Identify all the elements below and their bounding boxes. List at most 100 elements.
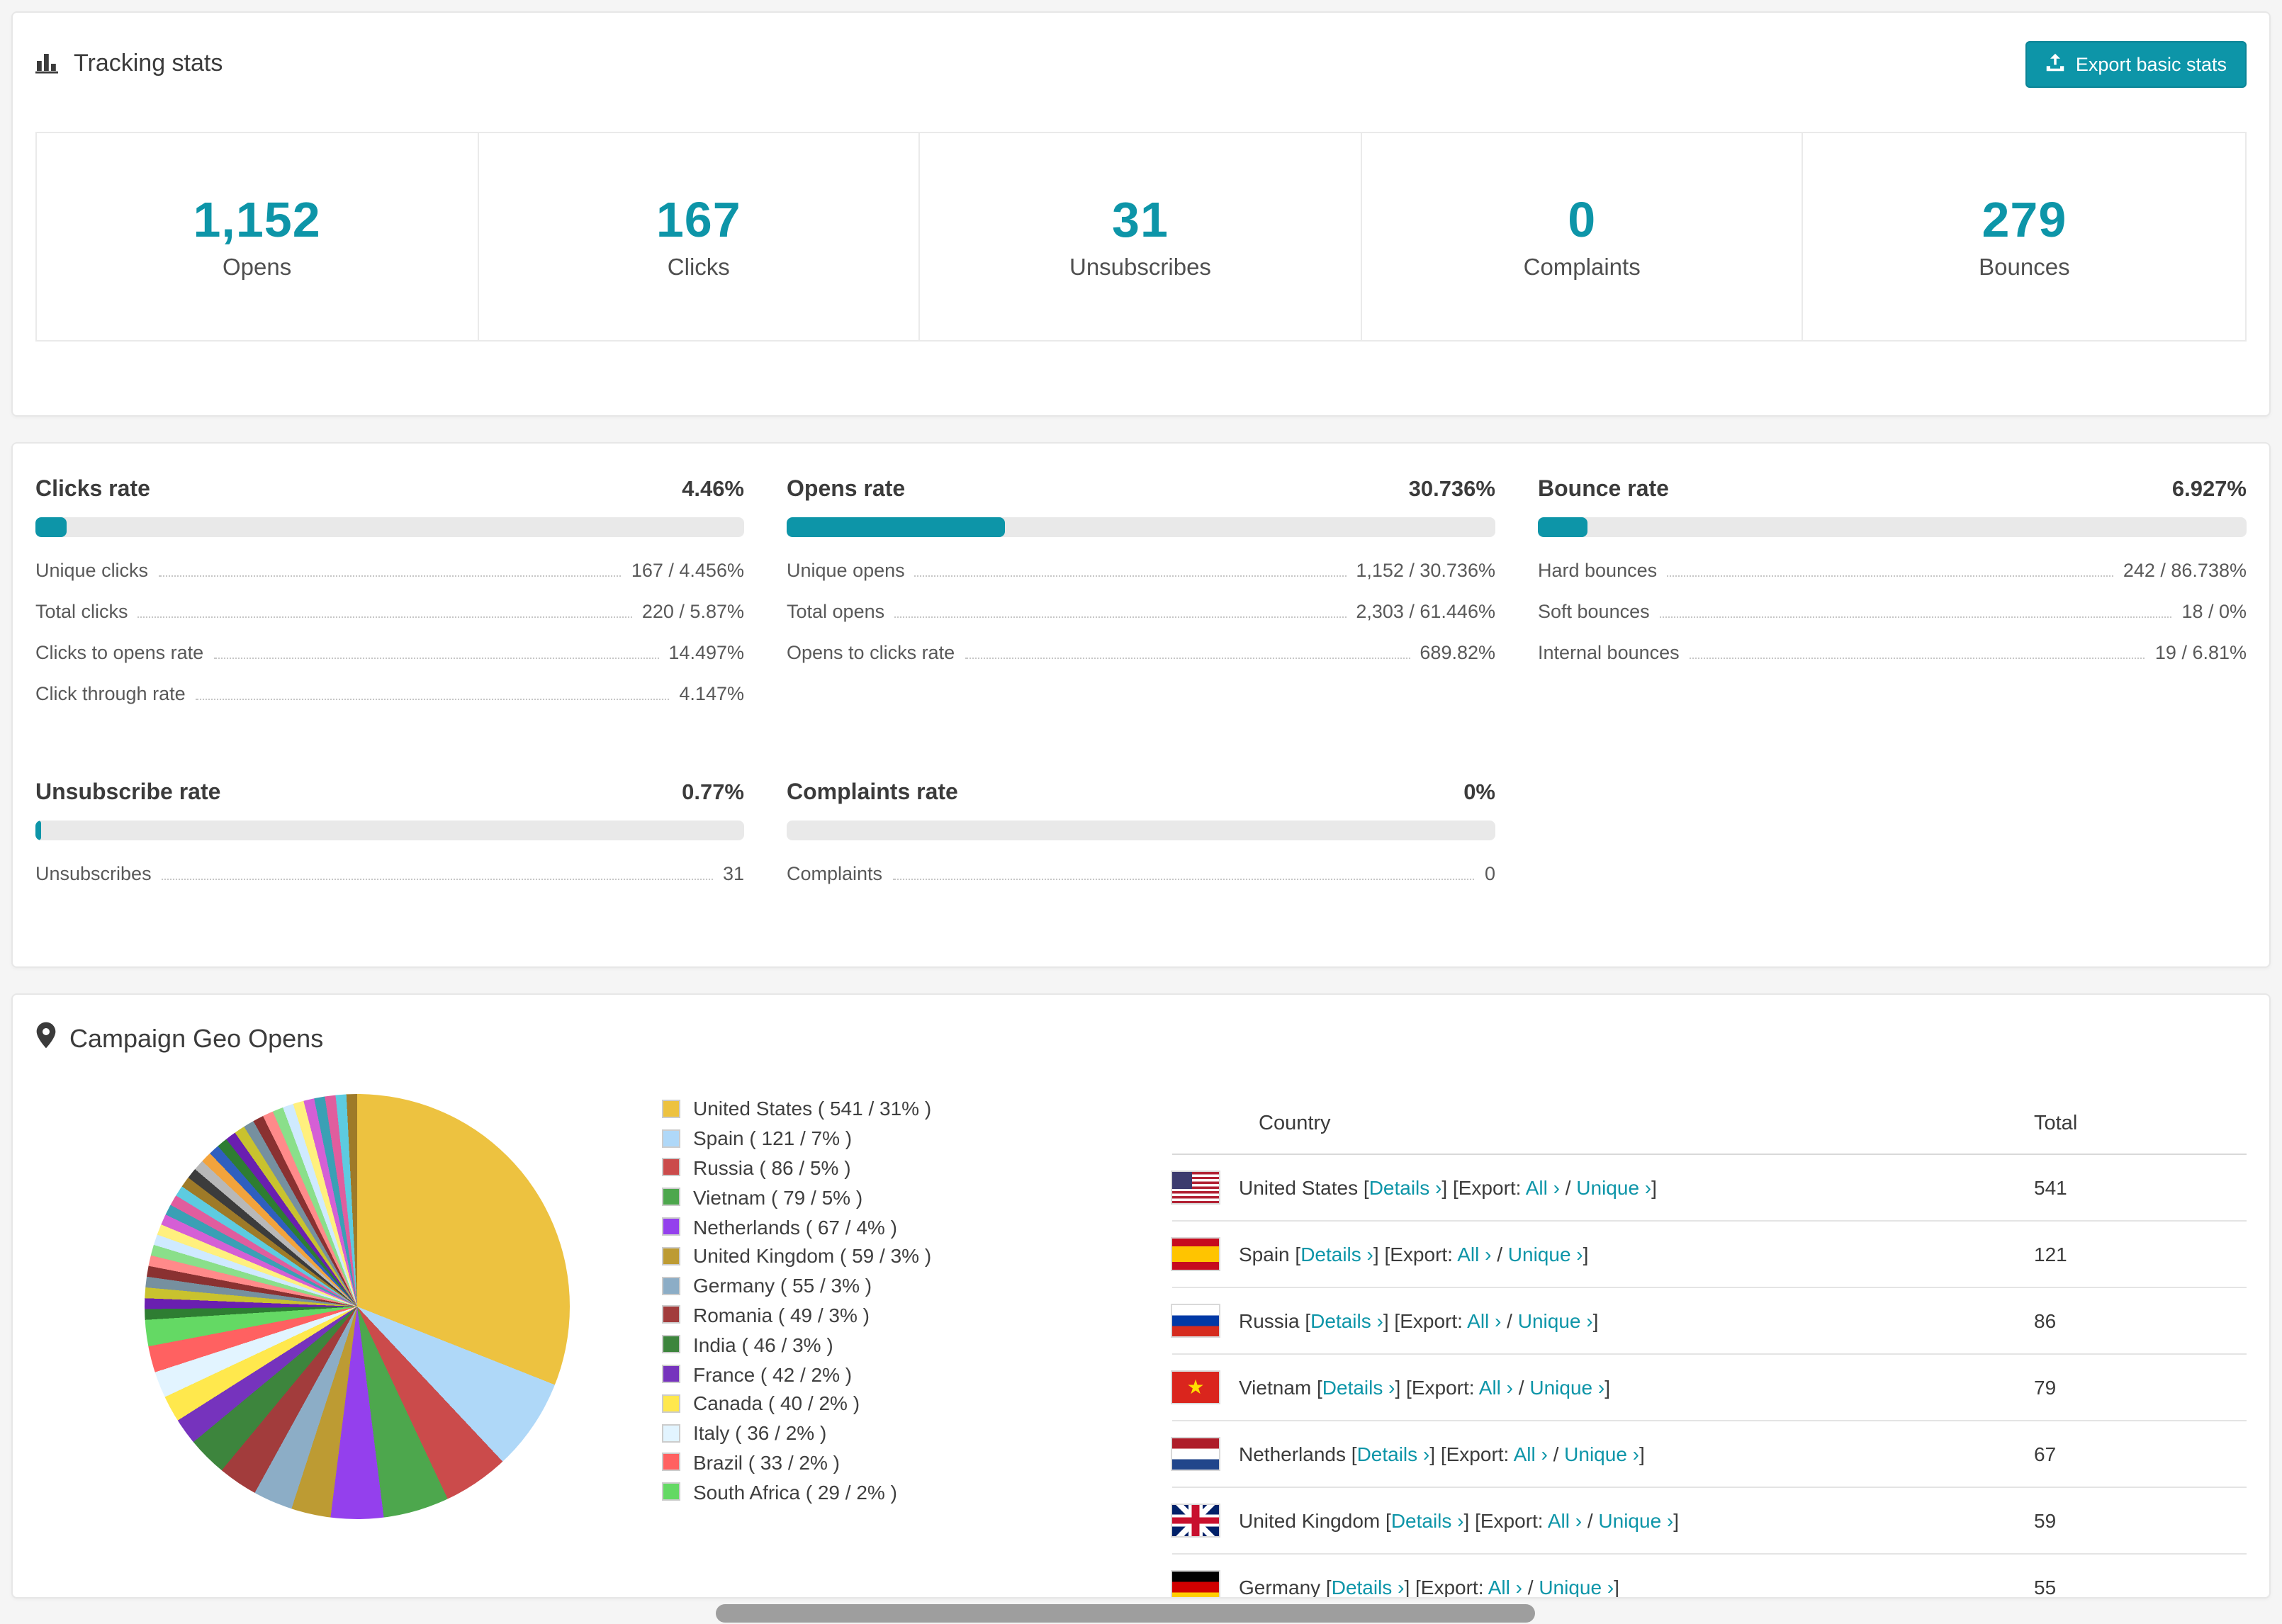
complaints-rate-progress-bar xyxy=(787,821,1495,840)
export-unique-link[interactable]: Unique › xyxy=(1529,1376,1604,1399)
country-name: Russia xyxy=(1239,1309,1300,1332)
rate-row: Total opens 2,303 / 61.446% xyxy=(787,601,1495,642)
stat-box-complaints: 0 Complaints xyxy=(1362,133,1804,340)
country-links: [Details ›] [Export: All › / Unique ›] xyxy=(1320,1576,1619,1598)
details-link[interactable]: Details › xyxy=(1357,1443,1430,1465)
export-unique-link[interactable]: Unique › xyxy=(1539,1576,1614,1597)
legend-label: Netherlands ( 67 / 4% ) xyxy=(693,1215,897,1239)
export-unique-link[interactable]: Unique › xyxy=(1518,1309,1593,1332)
geo-table: Country Total United States [Details ›] … xyxy=(1172,1094,2247,1598)
legend-label: India ( 46 / 3% ) xyxy=(693,1333,833,1356)
dotted-leader xyxy=(914,575,1347,577)
horizontal-scrollbar-thumb[interactable] xyxy=(716,1604,1535,1623)
rate-row-value: 18 / 0% xyxy=(2181,601,2247,622)
export-all-link[interactable]: All › xyxy=(1467,1309,1501,1332)
export-unique-link[interactable]: Unique › xyxy=(1576,1176,1651,1199)
export-unique-link[interactable]: Unique › xyxy=(1564,1443,1639,1465)
rate-row-value: 14.497% xyxy=(668,642,744,663)
export-basic-stats-button[interactable]: Export basic stats xyxy=(2025,40,2247,87)
legend-item: Netherlands ( 67 / 4% ) xyxy=(662,1212,1032,1241)
flag-gb-icon xyxy=(1172,1505,1219,1536)
legend-label: South Africa ( 29 / 2% ) xyxy=(693,1480,897,1504)
complaints-rate-title: Complaints rate xyxy=(787,781,958,805)
export-all-link[interactable]: All › xyxy=(1479,1376,1513,1399)
rate-row-label: Click through rate xyxy=(35,683,186,704)
country-links: [Details ›] [Export: All › / Unique ›] xyxy=(1289,1243,1589,1265)
complaints-label: Complaints xyxy=(1523,254,1641,280)
dotted-leader xyxy=(137,616,632,618)
rate-row-value: 4.147% xyxy=(679,683,744,704)
legend-swatch xyxy=(662,1129,680,1148)
export-all-link[interactable]: All › xyxy=(1548,1509,1582,1532)
legend-label: Romania ( 49 / 3% ) xyxy=(693,1303,870,1326)
rate-row-value: 220 / 5.87% xyxy=(641,601,744,622)
legend-label: Russia ( 86 / 5% ) xyxy=(693,1156,851,1179)
stats-strip: 1,152 Opens 167 Clicks 31 Unsubscribes 0… xyxy=(35,132,2247,342)
rate-row-value: 242 / 86.738% xyxy=(2123,560,2247,581)
clicks-rate-value: 4.46% xyxy=(682,478,744,502)
stat-box-clicks: 167 Clicks xyxy=(478,133,921,340)
dotted-leader xyxy=(158,575,622,577)
country-name: Germany xyxy=(1239,1576,1321,1598)
rate-row: Unsubscribes 31 xyxy=(35,863,744,904)
country-links: [Details ›] [Export: All › / Unique ›] xyxy=(1346,1443,1645,1465)
rates-card: Clicks rate 4.46% Unique clicks 167 / 4.45… xyxy=(11,442,2271,968)
country-total: 541 xyxy=(2034,1154,2247,1222)
legend-item: India ( 46 / 3% ) xyxy=(662,1330,1032,1360)
legend-item: United States ( 541 / 31% ) xyxy=(662,1094,1032,1124)
details-link[interactable]: Details › xyxy=(1322,1376,1395,1399)
details-link[interactable]: Details › xyxy=(1369,1176,1442,1199)
export-all-link[interactable]: All › xyxy=(1457,1243,1491,1265)
flag-es-icon xyxy=(1172,1239,1219,1270)
flag-ru-icon xyxy=(1172,1305,1219,1336)
geo-pie-chart xyxy=(145,1094,570,1519)
export-all-link[interactable]: All › xyxy=(1526,1176,1560,1199)
bounces-label: Bounces xyxy=(1979,254,2070,280)
geo-body: United States ( 541 / 31% ) Spain ( 121 /… xyxy=(35,1094,2247,1598)
details-link[interactable]: Details › xyxy=(1391,1509,1464,1532)
geo-table-wrap: Country Total United States [Details ›] … xyxy=(1172,1094,2247,1598)
dotted-leader xyxy=(161,879,713,880)
geo-table-header-row: Country Total xyxy=(1172,1094,2247,1155)
country-total: 55 xyxy=(2034,1554,2247,1597)
geo-table-row: Germany [Details ›] [Export: All › / Uni… xyxy=(1172,1554,2247,1598)
unsubscribes-label: Unsubscribes xyxy=(1069,254,1211,280)
progress-fill xyxy=(35,517,67,537)
bounce-rate-title: Bounce rate xyxy=(1538,478,1669,502)
details-link[interactable]: Details › xyxy=(1300,1243,1373,1265)
legend-swatch xyxy=(662,1305,680,1324)
country-total: 67 xyxy=(2034,1421,2247,1488)
export-all-link[interactable]: All › xyxy=(1514,1443,1548,1465)
legend-swatch xyxy=(662,1188,680,1207)
export-all-link[interactable]: All › xyxy=(1488,1576,1522,1597)
geo-opens-title: Campaign Geo Opens xyxy=(35,1022,323,1056)
tracking-stats-header: Tracking stats Export basic stats xyxy=(35,35,2247,92)
rate-row-label: Unique clicks xyxy=(35,560,149,581)
country-total: 59 xyxy=(2034,1487,2247,1555)
export-unique-link[interactable]: Unique › xyxy=(1598,1509,1673,1532)
rates-grid: Clicks rate 4.46% Unique clicks 167 / 4.45… xyxy=(35,478,2247,904)
rate-row-label: Internal bounces xyxy=(1538,642,1680,663)
legend-label: Italy ( 36 / 2% ) xyxy=(693,1421,827,1445)
clicks-label: Clicks xyxy=(667,254,730,280)
rate-row-label: Unique opens xyxy=(787,560,905,581)
rate-row-value: 167 / 4.456% xyxy=(631,560,744,581)
legend-item: Canada ( 40 / 2% ) xyxy=(662,1389,1032,1419)
legend-swatch xyxy=(662,1099,680,1118)
clicks-count: 167 xyxy=(656,192,741,247)
details-link[interactable]: Details › xyxy=(1332,1576,1405,1597)
dotted-leader xyxy=(195,699,670,700)
progress-fill xyxy=(35,821,41,840)
opens-rate-progress-bar xyxy=(787,517,1495,537)
rate-row: Clicks to opens rate 14.497% xyxy=(35,642,744,683)
rate-row: Total clicks 220 / 5.87% xyxy=(35,601,744,642)
geo-table-row: Spain [Details ›] [Export: All › / Uniqu… xyxy=(1172,1221,2247,1288)
rate-row-label: Total clicks xyxy=(35,601,128,622)
export-unique-link[interactable]: Unique › xyxy=(1508,1243,1583,1265)
flag-vn-icon xyxy=(1172,1372,1219,1403)
legend-item: Russia ( 86 / 5% ) xyxy=(662,1153,1032,1183)
geo-table-row: Vietnam [Details ›] [Export: All › / Uni… xyxy=(1172,1354,2247,1421)
flag-de-icon xyxy=(1172,1572,1219,1597)
details-link[interactable]: Details › xyxy=(1310,1309,1383,1332)
country-total: 79 xyxy=(2034,1354,2247,1421)
